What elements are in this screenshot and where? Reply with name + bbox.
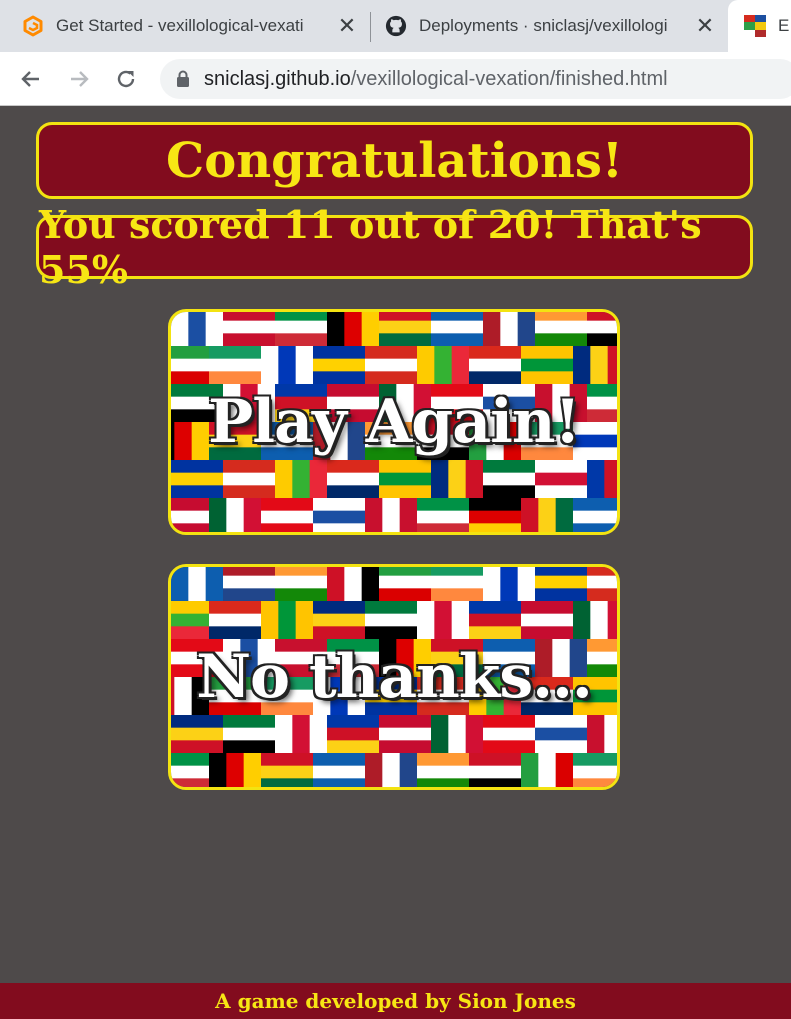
tab-deployments[interactable]: Deployments · sniclasj/vexillologi ✕ bbox=[385, 0, 725, 52]
url-host: sniclasj.github.io bbox=[204, 67, 351, 90]
forward-arrow-icon bbox=[71, 71, 89, 87]
tab-bar: Get Started - vexillological-vexati ✕ De… bbox=[0, 0, 791, 52]
no-thanks-label: No thanks... bbox=[196, 642, 593, 712]
reload-icon bbox=[117, 70, 135, 88]
close-icon[interactable]: ✕ bbox=[335, 13, 359, 38]
back-arrow-icon bbox=[21, 71, 39, 87]
play-again-label: Play Again! bbox=[208, 387, 581, 457]
address-bar[interactable]: sniclasj.github.io/vexillological-vexati… bbox=[160, 59, 791, 99]
tab-separator bbox=[370, 12, 371, 42]
browser-toolbar: sniclasj.github.io/vexillological-vexati… bbox=[0, 52, 791, 106]
lock-icon bbox=[176, 70, 190, 88]
play-again-button[interactable]: Play Again! bbox=[168, 309, 620, 535]
forward-button[interactable] bbox=[62, 62, 96, 96]
github-icon bbox=[385, 15, 407, 37]
footer: A game developed by Sion Jones bbox=[0, 983, 791, 1019]
no-thanks-button[interactable]: No thanks... bbox=[168, 564, 620, 790]
tab-title: Deployments · sniclasj/vexillologi bbox=[419, 16, 668, 35]
congratulations-heading: Congratulations! bbox=[36, 122, 753, 199]
score-banner: You scored 11 out of 20! That's 55% bbox=[36, 202, 753, 292]
tab-title: E bbox=[778, 16, 790, 35]
tab-get-started[interactable]: Get Started - vexillological-vexati ✕ bbox=[22, 0, 367, 52]
reload-button[interactable] bbox=[109, 62, 143, 96]
tab-active[interactable]: E bbox=[728, 0, 791, 52]
url-path: /vexillological-vexation/finished.html bbox=[350, 67, 668, 90]
close-icon[interactable]: ✕ bbox=[693, 13, 717, 38]
gitpod-icon bbox=[22, 15, 44, 37]
tab-title: Get Started - vexillological-vexati bbox=[56, 16, 304, 35]
back-button[interactable] bbox=[14, 62, 48, 96]
flags-favicon-icon bbox=[744, 15, 766, 37]
